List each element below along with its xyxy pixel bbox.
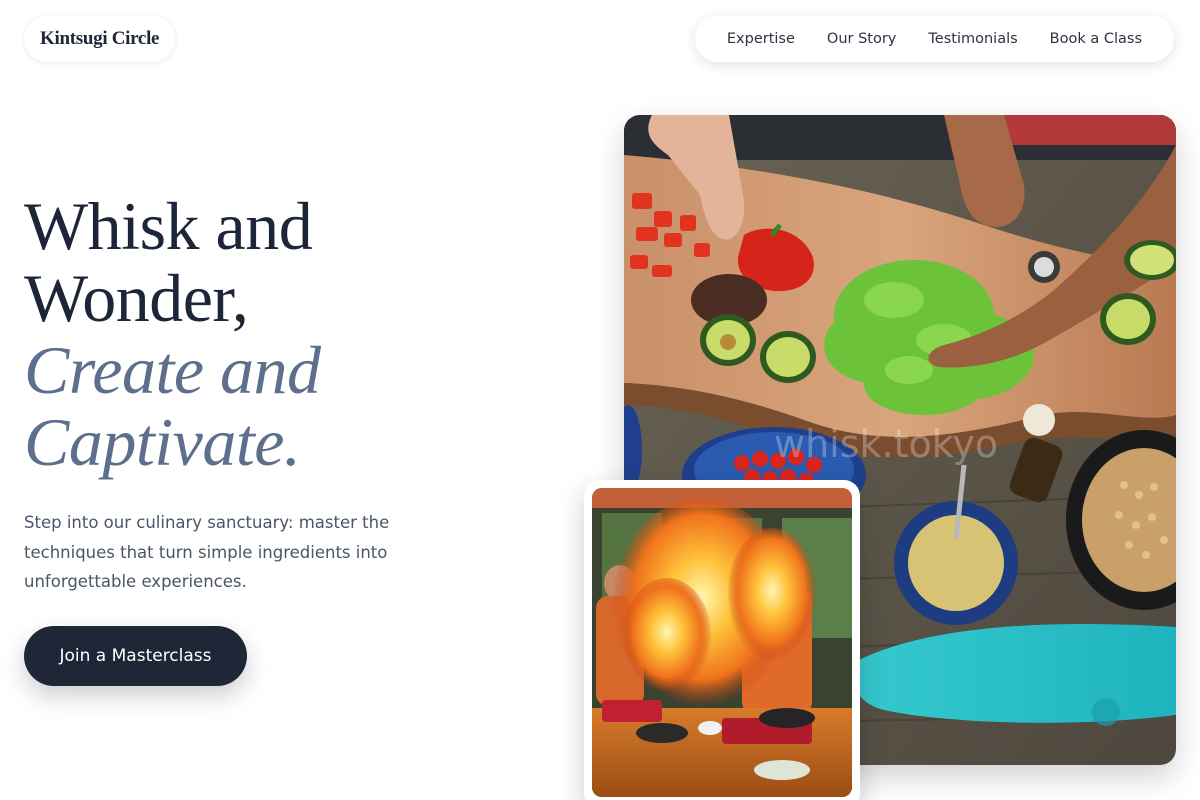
headline-line-1: Whisk and <box>24 188 313 264</box>
headline-line-2: Wonder, <box>24 260 249 336</box>
join-masterclass-button[interactable]: Join a Masterclass <box>24 626 247 686</box>
hero-headline: Whisk and Wonder, Create and Captivate. <box>24 190 504 478</box>
nav-link-testimonials[interactable]: Testimonials <box>912 31 1033 47</box>
nav-link-book-a-class[interactable]: Book a Class <box>1034 31 1158 47</box>
watermark-text: whisk.tokyo <box>774 422 998 466</box>
headline-line-4: Captivate. <box>24 404 301 480</box>
hero-description: Step into our culinary sanctuary: master… <box>24 513 390 591</box>
nav-link-expertise[interactable]: Expertise <box>711 31 811 47</box>
main-nav: Expertise Our Story Testimonials Book a … <box>694 16 1174 62</box>
inset-photo-flambe <box>584 480 860 800</box>
brand-logo[interactable]: Kintsugi Circle <box>24 16 176 62</box>
headline-line-3: Create and <box>24 332 321 408</box>
nav-link-our-story[interactable]: Our Story <box>811 31 912 47</box>
